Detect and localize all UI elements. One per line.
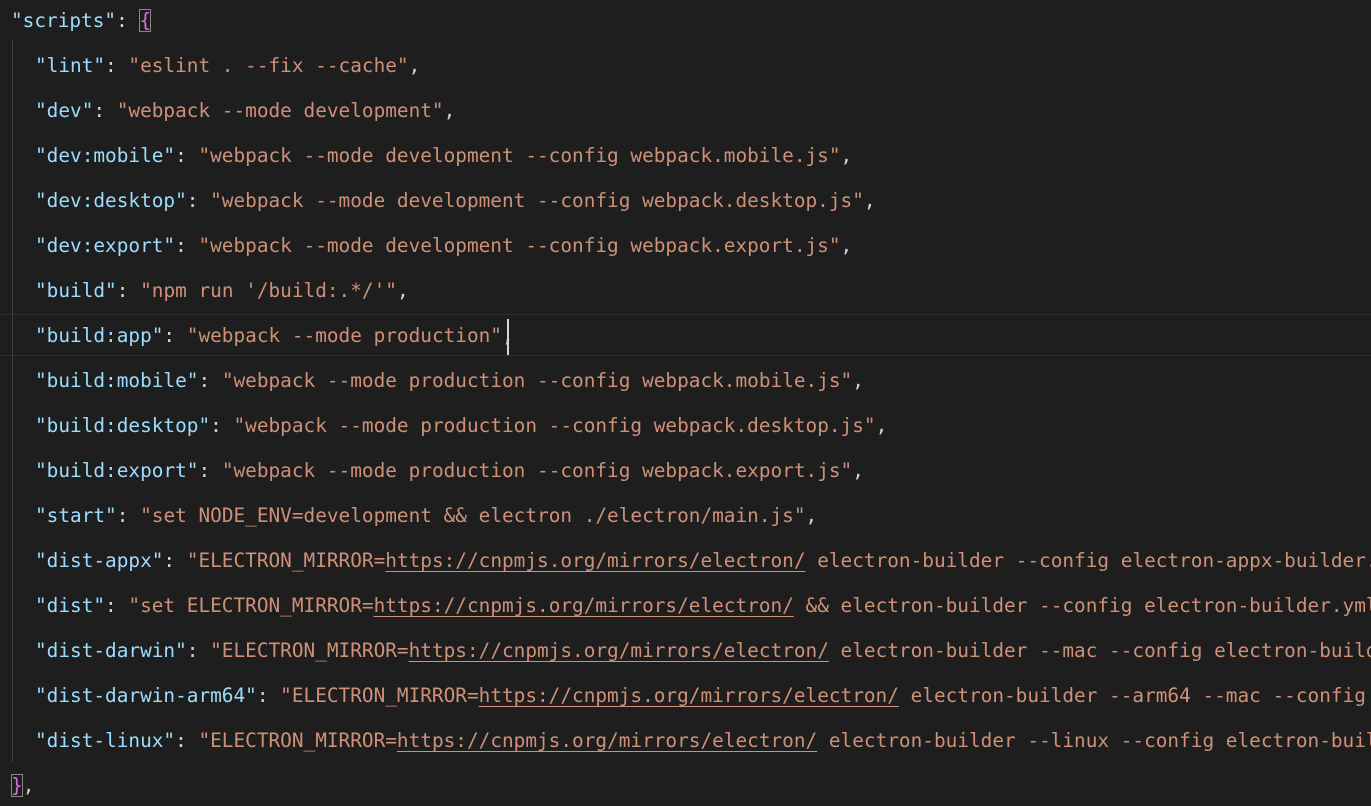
json-string-value: "eslint . --fix --cache" xyxy=(128,54,409,77)
code-line[interactable]: "dist-linux": "ELECTRON_MIRROR=https://c… xyxy=(35,726,1371,756)
trailing-comma: , xyxy=(852,459,864,482)
json-string-value: "webpack --mode development --config web… xyxy=(198,234,841,257)
trailing-comma: , xyxy=(805,504,818,527)
code-line[interactable]: "dev": "webpack --mode development", xyxy=(35,96,455,126)
json-string-value: "ELECTRON_MIRROR= xyxy=(186,549,386,572)
trailing-comma: , xyxy=(396,279,409,302)
json-string-value: "npm run '/build:.*/'" xyxy=(140,279,397,302)
code-line[interactable]: "build:app": "webpack --mode production"… xyxy=(35,321,514,351)
brace-close: } xyxy=(11,774,23,797)
json-key: "dev:mobile" xyxy=(35,144,176,167)
json-key: "scripts" xyxy=(11,9,117,32)
json-string-value: "webpack --mode production --config webp… xyxy=(233,414,876,437)
code-line-scripts-close[interactable]: }, xyxy=(11,771,34,801)
code-line[interactable]: "dev:mobile": "webpack --mode developmen… xyxy=(35,141,852,171)
json-key: "dev:desktop" xyxy=(35,189,187,212)
code-line[interactable]: "build:mobile": "webpack --mode producti… xyxy=(35,366,864,396)
json-key: "dist-appx" xyxy=(35,549,164,572)
code-line[interactable]: "build": "npm run '/build:.*/'", xyxy=(35,276,409,306)
url-link[interactable]: https://cnpmjs.org/mirrors/electron/ xyxy=(385,549,805,572)
json-string-value: "webpack --mode development" xyxy=(116,99,444,122)
code-line[interactable]: "start": "set NODE_ENV=development && el… xyxy=(35,501,817,531)
url-link[interactable]: https://cnpmjs.org/mirrors/electron/ xyxy=(409,639,829,662)
json-string-value: "webpack --mode production" xyxy=(186,324,502,347)
code-line[interactable]: "build:desktop": "webpack --mode product… xyxy=(35,411,887,441)
json-key: "dist-darwin-arm64" xyxy=(35,684,257,707)
json-string-value: electron-builder --config electron-appx-… xyxy=(805,549,1371,572)
json-key: "build:app" xyxy=(35,324,164,347)
json-string-value: electron-builder --arm64 --mac --config … xyxy=(898,684,1371,707)
json-string-value: "ELECTRON_MIRROR= xyxy=(210,639,409,662)
json-key: "build:export" xyxy=(35,459,199,482)
json-string-value: && electron-builder --config electron-bu… xyxy=(793,594,1371,617)
json-string-value: "ELECTRON_MIRROR= xyxy=(280,684,479,707)
json-string-value: "ELECTRON_MIRROR= xyxy=(198,729,397,752)
json-key: "build:desktop" xyxy=(35,414,211,437)
json-key: "lint" xyxy=(35,54,106,77)
url-link[interactable]: https://cnpmjs.org/mirrors/electron/ xyxy=(479,684,899,707)
code-line[interactable]: "dist-darwin-arm64": "ELECTRON_MIRROR=ht… xyxy=(35,681,1371,711)
json-string-value: "webpack --mode development --config web… xyxy=(210,189,864,212)
json-string-value: "webpack --mode development --config web… xyxy=(198,144,841,167)
json-string-value: "set NODE_ENV=development && electron ./… xyxy=(140,504,806,527)
json-string-value: "webpack --mode production --config webp… xyxy=(221,459,853,482)
trailing-comma: , xyxy=(875,414,888,437)
code-line[interactable]: "dist": "set ELECTRON_MIRROR=https://cnp… xyxy=(35,591,1371,621)
trailing-comma: , xyxy=(443,99,456,122)
code-line[interactable]: "dist-darwin": "ELECTRON_MIRROR=https://… xyxy=(35,636,1371,666)
trailing-comma: , xyxy=(863,189,876,212)
json-key: "dev" xyxy=(35,99,94,122)
code-line[interactable]: "dev:export": "webpack --mode developmen… xyxy=(35,231,852,261)
trailing-comma: , xyxy=(852,369,864,392)
json-key: "dev:export" xyxy=(35,234,176,257)
trailing-comma: , xyxy=(408,54,421,77)
brace-open: { xyxy=(139,9,152,32)
code-line-scripts-open[interactable]: "scripts": { xyxy=(11,6,152,36)
close-comma: , xyxy=(22,774,35,797)
json-string-value: electron-builder --linux --config electr… xyxy=(817,729,1371,752)
json-string-value: "webpack --mode production --config webp… xyxy=(221,369,853,392)
code-line[interactable]: "build:export": "webpack --mode producti… xyxy=(35,456,864,486)
url-link[interactable]: https://cnpmjs.org/mirrors/electron/ xyxy=(397,729,817,752)
indent-guide xyxy=(12,40,13,762)
trailing-comma: , xyxy=(840,234,853,257)
code-editor[interactable]: "scripts": { "lint": "eslint . --fix --c… xyxy=(0,0,1371,806)
json-key: "build" xyxy=(35,279,117,302)
json-key: "dist" xyxy=(35,594,106,617)
json-key: "dist-darwin" xyxy=(35,639,187,662)
code-line[interactable]: "dev:desktop": "webpack --mode developme… xyxy=(35,186,876,216)
json-key: "build:mobile" xyxy=(35,369,199,392)
json-string-value: electron-builder --mac --config electron… xyxy=(828,639,1371,662)
json-key: "start" xyxy=(35,504,117,527)
json-string-value: "set ELECTRON_MIRROR= xyxy=(128,594,374,617)
json-key: "dist-linux" xyxy=(35,729,176,752)
code-line[interactable]: "lint": "eslint . --fix --cache", xyxy=(35,51,420,81)
code-line[interactable]: "dist-appx": "ELECTRON_MIRROR=https://cn… xyxy=(35,546,1371,576)
trailing-comma: , xyxy=(840,144,853,167)
url-link[interactable]: https://cnpmjs.org/mirrors/electron/ xyxy=(374,594,794,617)
text-cursor xyxy=(507,319,509,355)
